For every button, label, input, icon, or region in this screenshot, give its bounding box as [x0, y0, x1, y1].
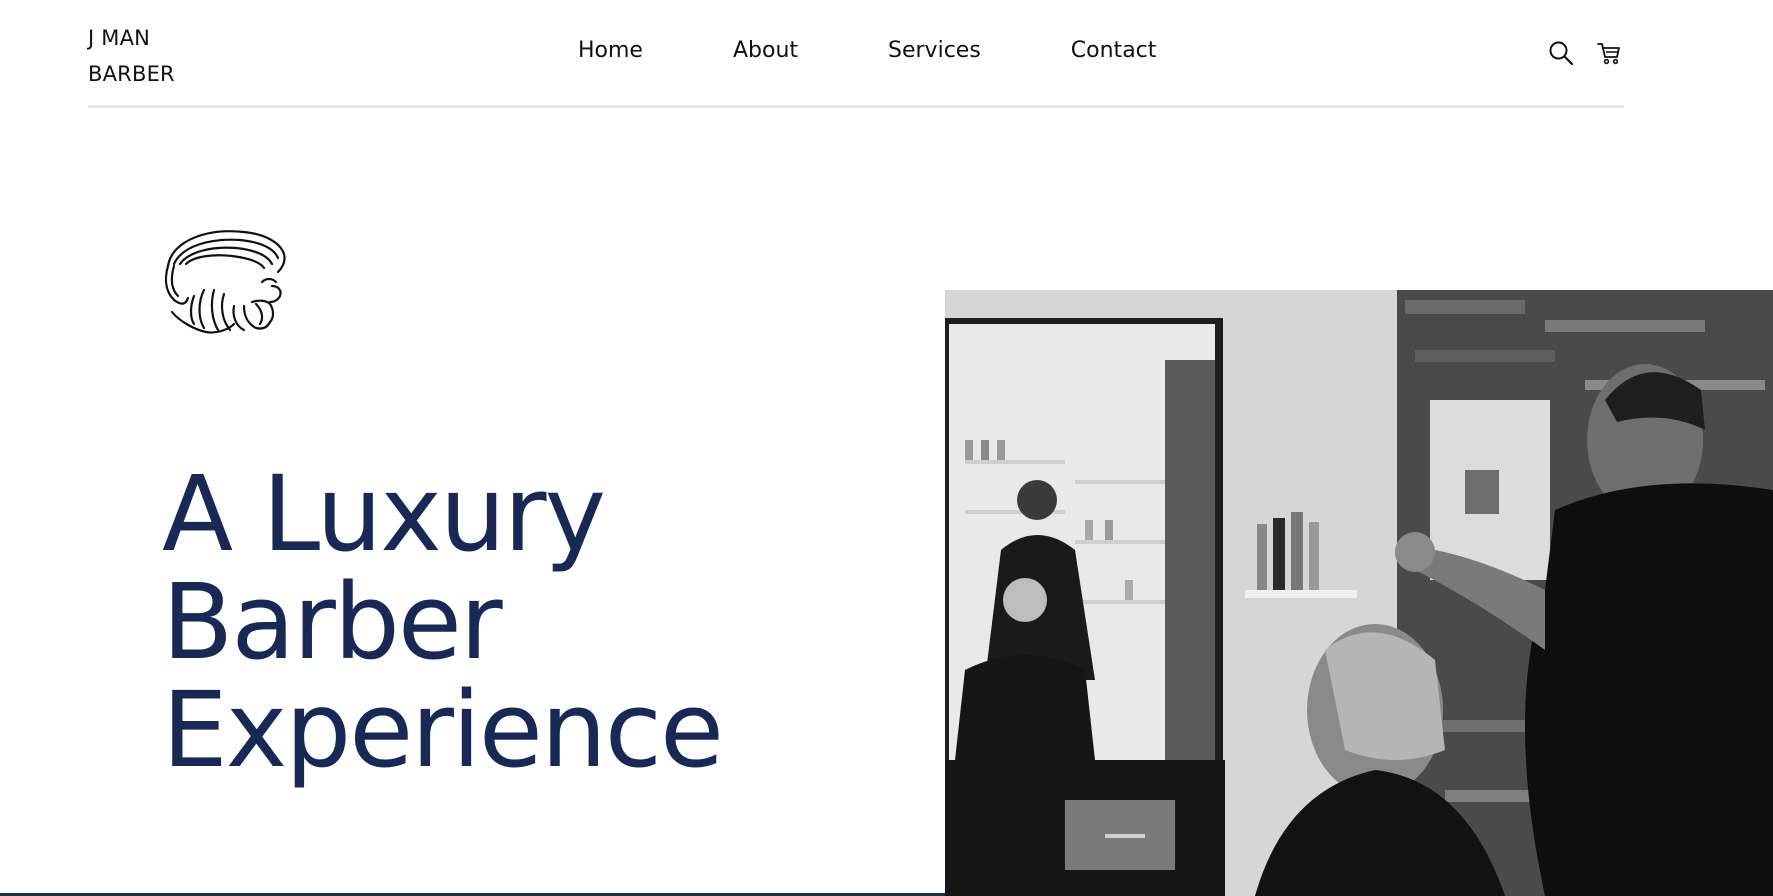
logo-line-1: J MAN	[88, 26, 151, 50]
site-logo[interactable]: J MAN BARBER	[88, 20, 175, 92]
barber-cutting-hair-photo	[945, 290, 1773, 896]
search-icon[interactable]	[1546, 38, 1576, 68]
nav-home[interactable]: Home	[578, 38, 643, 63]
logo-line-2: BARBER	[88, 62, 175, 86]
hero-title-line-1: A Luxury	[162, 453, 606, 575]
main-nav: Home About Services Contact	[578, 38, 1156, 63]
cart-icon[interactable]	[1594, 38, 1624, 68]
nav-about[interactable]: About	[733, 38, 798, 63]
hero-title: A Luxury Barber Experience	[162, 453, 724, 791]
page: J MAN BARBER Home About Services Contact	[0, 0, 1773, 896]
barber-head-icon	[160, 226, 290, 352]
header-icons	[1546, 38, 1624, 68]
nav-contact[interactable]: Contact	[1071, 38, 1157, 63]
hero-title-line-3: Experience	[162, 669, 724, 791]
site-header: J MAN BARBER Home About Services Contact	[88, 0, 1624, 108]
hero-title-line-2: Barber	[162, 561, 503, 683]
nav-services[interactable]: Services	[888, 38, 981, 63]
